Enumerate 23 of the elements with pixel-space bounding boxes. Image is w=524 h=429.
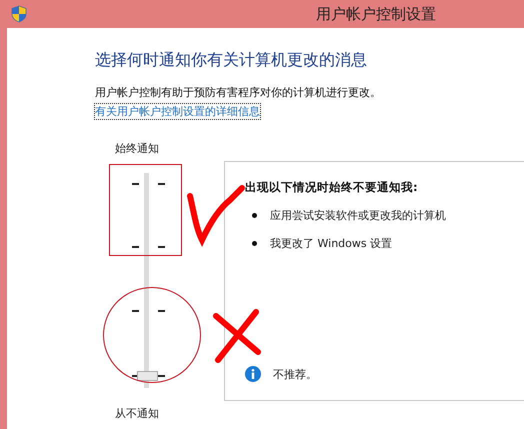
tick-mark [132,310,139,312]
info-icon [245,366,261,382]
bullet-text: 我更改了 Windows 设置 [270,236,392,251]
slider-thumb[interactable] [137,371,158,381]
tick-mark [158,183,165,185]
details-link[interactable]: 有关用户帐户控制设置的详细信息 [95,104,260,119]
bullet-icon [252,241,257,246]
panel-title: 出现以下情况时始终不要通知我: [245,180,419,195]
page-heading: 选择何时通知你有关计算机更改的消息 [95,49,368,71]
description-text: 用户帐户控制有助于预防有害程序对你的计算机进行更改。 [95,85,382,100]
shield-icon [10,5,28,23]
tick-mark [158,375,165,377]
bullet-icon [252,213,257,218]
cross-mark-drawing [212,308,262,364]
window-title: 用户帐户控制设置 [316,4,436,24]
tick-mark [132,246,139,248]
tick-mark [132,183,139,185]
slider-bottom-label: 从不通知 [114,406,159,421]
tick-mark [158,246,165,248]
note-text: 不推荐。 [273,366,317,382]
tick-mark [158,310,165,312]
slider-top-label: 始终通知 [114,141,159,156]
bullet-text: 应用尝试安装软件或更改我的计算机 [270,208,446,223]
